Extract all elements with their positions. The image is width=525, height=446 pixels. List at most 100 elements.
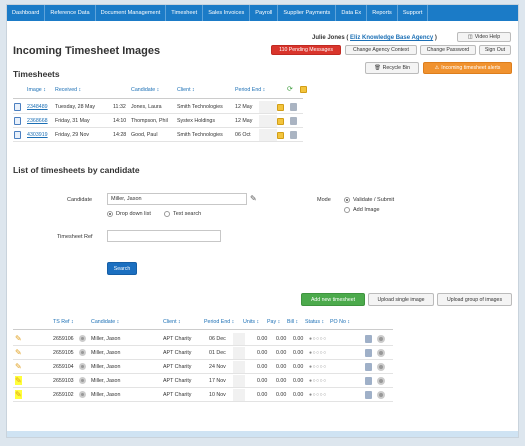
col-client-2[interactable]: Client ↕ <box>163 319 181 325</box>
change-password-button[interactable]: Change Password <box>420 45 476 55</box>
document-icon[interactable] <box>365 335 372 343</box>
row-divider <box>13 345 393 346</box>
nav-item-supplier-payments[interactable]: Supplier Payments <box>278 5 337 21</box>
redacted-area <box>259 129 277 141</box>
sign-out-button[interactable]: Sign Out <box>479 45 511 55</box>
client-name: APT Charity <box>163 350 192 356</box>
trash-icon: 🗑 <box>374 65 381 71</box>
info-icon[interactable] <box>79 335 86 342</box>
col-candidate-2[interactable]: Candidate ↕ <box>91 319 119 325</box>
document-icon[interactable] <box>365 349 372 357</box>
nav-item-support[interactable]: Support <box>398 5 429 21</box>
upload-group-images-button[interactable]: Upload group of images <box>437 293 512 306</box>
preview-icon[interactable] <box>290 131 297 139</box>
col-po-no[interactable]: PO No ↕ <box>330 319 350 325</box>
edit-pencil-icon[interactable]: ✎ <box>15 390 22 399</box>
nav-item-sales-invoices[interactable]: Sales Invoices <box>203 5 251 21</box>
redacted-area <box>233 361 245 373</box>
col-period-end-2[interactable]: Period End ↕ <box>204 319 234 325</box>
mode-validate-radio[interactable] <box>344 197 350 203</box>
preview-icon[interactable] <box>290 103 297 111</box>
info-icon[interactable] <box>79 377 86 384</box>
edit-pencil-icon[interactable]: ✎ <box>15 348 22 357</box>
lock-icon[interactable] <box>277 104 284 111</box>
preview-icon[interactable] <box>290 117 297 125</box>
timesheets-heading: Timesheets <box>13 69 60 79</box>
nav-item-data-ex[interactable]: Data Ex <box>336 5 368 21</box>
period-end: 12 May <box>235 104 253 110</box>
row-divider <box>13 401 393 402</box>
client-name: APT Charity <box>163 364 192 370</box>
document-icon[interactable] <box>14 117 21 125</box>
document-icon[interactable] <box>14 131 21 139</box>
lock-icon[interactable] <box>277 118 284 125</box>
pay-value: 0.00 <box>276 350 287 356</box>
refresh-icon[interactable]: ⟳ <box>287 85 293 93</box>
dropdown-radio[interactable] <box>107 211 113 217</box>
nav-item-timesheet[interactable]: Timesheet <box>166 5 204 21</box>
document-icon[interactable] <box>365 391 372 399</box>
mode-add-image-label: Add Image <box>353 207 380 213</box>
document-icon[interactable] <box>365 377 372 385</box>
mode-validate-label: Validate / Submit <box>353 197 395 203</box>
info-icon[interactable] <box>79 391 86 398</box>
row-divider <box>13 113 303 114</box>
col-received[interactable]: Received ↕ <box>55 87 81 93</box>
col-period-end[interactable]: Period End ↕ <box>235 87 265 93</box>
change-agency-button[interactable]: Change Agency Context <box>345 45 417 55</box>
ts-ref-input[interactable] <box>107 230 221 242</box>
col-pay[interactable]: Pay ↕ <box>267 319 280 325</box>
document-icon[interactable] <box>365 363 372 371</box>
col-bill[interactable]: Bill ↕ <box>287 319 298 325</box>
row-divider <box>13 141 303 142</box>
info-icon[interactable] <box>79 363 86 370</box>
settings-icon[interactable] <box>377 335 385 343</box>
nav-item-payroll[interactable]: Payroll <box>250 5 279 21</box>
col-image[interactable]: Image ↕ <box>27 87 46 93</box>
settings-icon[interactable] <box>377 391 385 399</box>
lock-icon[interactable] <box>277 132 284 139</box>
edit-pencil-icon[interactable]: ✎ <box>15 362 22 371</box>
image-link[interactable]: 4303919 <box>27 132 48 138</box>
period-end: 24 Nov <box>209 364 226 370</box>
incoming-alerts-button[interactable]: ⚠ Incoming timesheet alerts <box>423 62 512 74</box>
image-link[interactable]: 2368668 <box>27 118 48 124</box>
nav-item-dashboard[interactable]: Dashboard <box>7 5 46 21</box>
edit-icon[interactable]: ✎ <box>250 194 257 203</box>
edit-pencil-icon[interactable]: ✎ <box>15 376 22 385</box>
units-value: 0.00 <box>257 378 268 384</box>
edit-pencil-icon[interactable]: ✎ <box>15 334 22 343</box>
agency-link[interactable]: Eliz Knowledge Base Agency <box>350 35 433 41</box>
ts-ref: 2659106 <box>53 336 74 342</box>
ts-ref: 2659102 <box>53 392 74 398</box>
upload-single-image-button[interactable]: Upload single image <box>368 293 434 306</box>
document-icon[interactable] <box>14 103 21 111</box>
mode-add-image-radio[interactable] <box>344 207 350 213</box>
video-help-button[interactable]: ◫ Video Help <box>457 32 511 42</box>
image-link[interactable]: 2348489 <box>27 104 48 110</box>
col-status[interactable]: Status ↕ <box>305 319 324 325</box>
candidate-select[interactable]: Miller, Jason <box>107 193 247 205</box>
pay-value: 0.00 <box>276 378 287 384</box>
video-icon: ◫ <box>467 34 473 40</box>
col-ts-ref[interactable]: TS Ref ↕ <box>53 319 74 325</box>
row-divider <box>13 359 393 360</box>
nav-item-reference-data[interactable]: Reference Data <box>45 5 96 21</box>
client-name: APT Charity <box>163 336 192 342</box>
candidate-name: Miller, Jason <box>91 336 121 342</box>
search-button[interactable]: Search <box>107 262 137 275</box>
settings-icon[interactable] <box>377 377 385 385</box>
pending-messages-button[interactable]: 110 Pending Messages <box>271 45 341 55</box>
settings-icon[interactable] <box>377 363 385 371</box>
text-search-radio[interactable] <box>164 211 170 217</box>
col-client[interactable]: Client ↕ <box>177 87 195 93</box>
client-name: APT Charity <box>163 392 192 398</box>
col-units[interactable]: Units ↕ <box>243 319 259 325</box>
info-icon[interactable] <box>79 349 86 356</box>
col-candidate[interactable]: Candidate ↕ <box>131 87 159 93</box>
nav-item-document-management[interactable]: Document Management <box>96 5 167 21</box>
add-new-timesheet-button[interactable]: Add new timesheet <box>301 293 365 306</box>
nav-item-reports[interactable]: Reports <box>367 5 398 21</box>
settings-icon[interactable] <box>377 349 385 357</box>
recycle-bin-button[interactable]: 🗑 Recycle Bin <box>365 62 419 74</box>
